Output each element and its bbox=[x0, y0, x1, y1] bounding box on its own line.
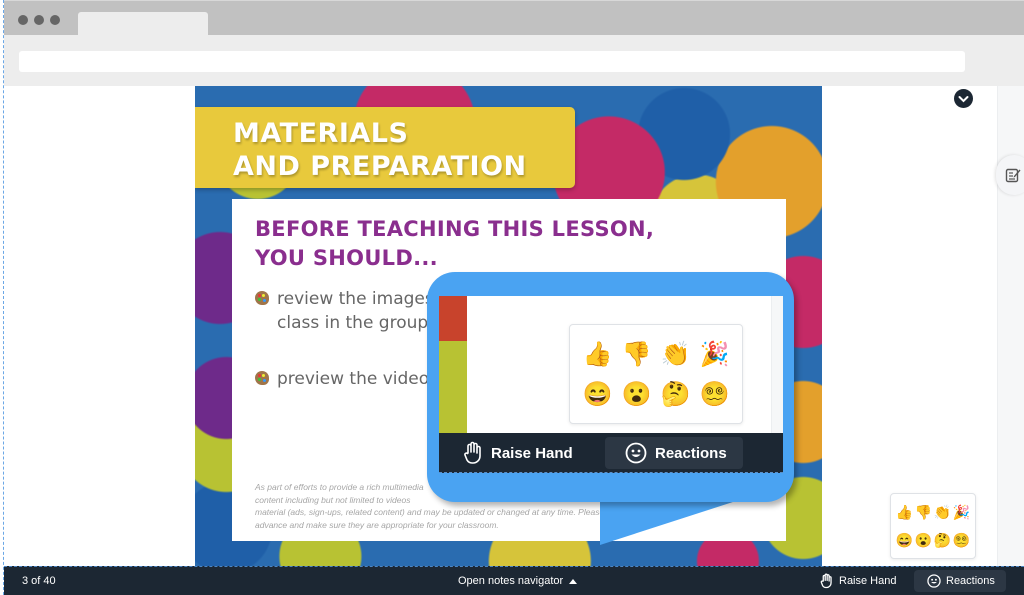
open-notes-navigator-button[interactable]: Open notes navigator bbox=[458, 575, 578, 587]
browser-chrome bbox=[4, 0, 1024, 86]
reactions-panel: 👍 👎 👏 🎉 😄 😮 🤔 😵‍💫 bbox=[890, 493, 976, 559]
notes-navigator-label: Open notes navigator bbox=[458, 575, 564, 587]
reaction-grinning-face[interactable]: 😄 bbox=[578, 377, 617, 411]
slide-heading-line1: BEFORE TEACHING THIS LESSON, bbox=[255, 217, 655, 241]
reactions-button[interactable]: Reactions bbox=[914, 570, 1006, 592]
sidebar-rail-preview bbox=[771, 296, 783, 436]
slide-edge-preview bbox=[439, 296, 467, 436]
reaction-surprised-face[interactable]: 😮 bbox=[914, 528, 933, 552]
raised-hand-icon bbox=[820, 573, 832, 589]
reaction-thumbs-up[interactable]: 👍 bbox=[895, 500, 914, 524]
bottom-toolbar: 3 of 40 Open notes navigator Raise Hand … bbox=[4, 566, 1024, 595]
raised-hand-icon bbox=[464, 441, 481, 464]
bullet-text-line2: class in the group bbox=[277, 313, 429, 333]
callout-zoomed-view: 👍 👎 👏 🎉 😄 😮 🤔 😵‍💫 Raise Hand Reactions bbox=[439, 296, 783, 473]
raise-hand-label: Raise Hand bbox=[491, 444, 573, 462]
raise-hand-label: Raise Hand bbox=[839, 575, 897, 587]
reaction-thumbs-down[interactable]: 👎 bbox=[914, 500, 933, 524]
window-minimize-dot[interactable] bbox=[34, 15, 44, 25]
reaction-dizzy-face[interactable]: 😵‍💫 bbox=[952, 528, 971, 552]
reaction-party-popper[interactable]: 🎉 bbox=[695, 337, 734, 371]
reaction-clapping-hands[interactable]: 👏 bbox=[933, 500, 952, 524]
browser-tab[interactable] bbox=[78, 12, 208, 36]
collapse-button[interactable] bbox=[954, 89, 973, 108]
reaction-thumbs-up[interactable]: 👍 bbox=[578, 337, 617, 371]
bullet-text-line1: preview the video bbox=[277, 369, 430, 389]
reaction-party-popper[interactable]: 🎉 bbox=[952, 500, 971, 524]
smiley-icon bbox=[927, 574, 941, 588]
reaction-clapping-hands[interactable]: 👏 bbox=[656, 337, 695, 371]
edit-notes-icon bbox=[1005, 168, 1021, 183]
toolbar-zoomed: Raise Hand Reactions bbox=[439, 433, 783, 473]
slide-counter: 3 of 40 bbox=[22, 575, 56, 587]
window-maximize-dot[interactable] bbox=[50, 15, 60, 25]
notes-button[interactable] bbox=[996, 155, 1024, 195]
reactions-label: Reactions bbox=[655, 444, 727, 462]
tab-bar bbox=[4, 0, 1024, 36]
reaction-thumbs-down[interactable]: 👎 bbox=[617, 337, 656, 371]
slide-title-line2: AND PREPARATION bbox=[233, 151, 527, 182]
caret-up-icon bbox=[569, 578, 578, 584]
reactions-label: Reactions bbox=[946, 575, 995, 587]
address-bar[interactable] bbox=[19, 51, 965, 72]
slide-title-banner: MATERIALS AND PREPARATION bbox=[195, 107, 575, 188]
slide-title-line1: MATERIALS bbox=[233, 118, 409, 149]
slide-heading: BEFORE TEACHING THIS LESSON, YOU SHOULD.… bbox=[255, 215, 654, 273]
palette-icon bbox=[255, 291, 269, 305]
reaction-thinking-face[interactable]: 🤔 bbox=[933, 528, 952, 552]
reaction-surprised-face[interactable]: 😮 bbox=[617, 377, 656, 411]
smiley-icon bbox=[625, 442, 647, 464]
reaction-thinking-face[interactable]: 🤔 bbox=[656, 377, 695, 411]
bullet-item: review the images class in the group bbox=[255, 287, 434, 335]
window-close-dot[interactable] bbox=[18, 15, 28, 25]
slide-heading-line2: YOU SHOULD... bbox=[255, 246, 438, 270]
raise-hand-button[interactable]: Raise Hand bbox=[820, 570, 896, 592]
palette-icon bbox=[255, 371, 269, 385]
bullet-item: preview the video bbox=[255, 367, 429, 391]
raise-hand-button-zoomed[interactable]: Raise Hand bbox=[463, 439, 573, 467]
reaction-grinning-face[interactable]: 😄 bbox=[895, 528, 914, 552]
reactions-button-zoomed[interactable]: Reactions bbox=[605, 437, 743, 469]
chevron-down-icon bbox=[958, 95, 969, 102]
bullet-text-line1: review the images bbox=[277, 289, 434, 309]
slide-title: MATERIALS AND PREPARATION bbox=[233, 117, 527, 183]
reactions-panel-zoomed: 👍 👎 👏 🎉 😄 😮 🤔 😵‍💫 bbox=[569, 324, 743, 424]
reaction-dizzy-face[interactable]: 😵‍💫 bbox=[695, 377, 734, 411]
